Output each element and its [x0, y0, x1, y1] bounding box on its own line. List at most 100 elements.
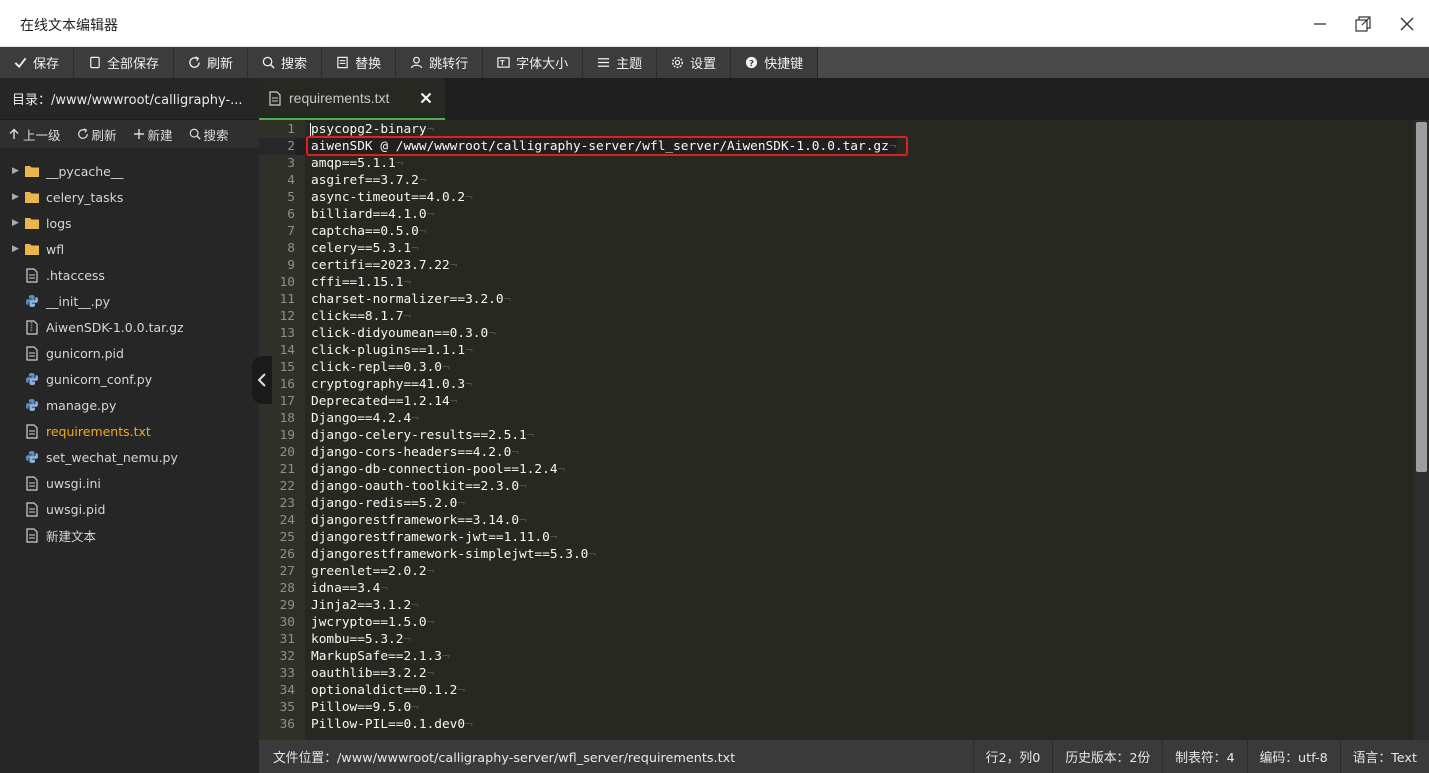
code-line[interactable]: 29 Jinja2==3.1.2¬: [259, 597, 897, 614]
status-language[interactable]: 语言：Text: [1339, 740, 1429, 773]
replace-button[interactable]: 替换: [322, 47, 397, 78]
goto-line-label: 跳转行: [429, 57, 469, 72]
tree-item-aiwensdk-archive[interactable]: AiwenSDK-1.0.0.tar.gz: [0, 314, 259, 340]
code-line[interactable]: 18 Django==4.2.4¬: [259, 410, 897, 427]
refresh-button[interactable]: 刷新: [174, 47, 249, 78]
code-line[interactable]: 7 captcha==0.5.0¬: [259, 223, 897, 240]
theme-button[interactable]: 主题: [583, 47, 658, 78]
code-line[interactable]: 26 djangorestframework-simplejwt==5.3.0¬: [259, 546, 897, 563]
code-line[interactable]: 36 Pillow-PIL==0.1.dev0¬: [259, 716, 897, 733]
status-history[interactable]: 历史版本：2份: [1052, 740, 1162, 773]
code-line[interactable]: 28 idna==3.4¬: [259, 580, 897, 597]
shortcuts-button[interactable]: ? 快捷键: [731, 47, 819, 78]
code-line[interactable]: 22 django-oauth-toolkit==2.3.0¬: [259, 478, 897, 495]
explorer-search-button[interactable]: 搜索: [181, 125, 237, 144]
code-line[interactable]: 6 billiard==4.1.0¬: [259, 206, 897, 223]
search-button[interactable]: 搜索: [248, 47, 323, 78]
eol-marker-icon: ¬: [888, 139, 897, 154]
code-line[interactable]: 3 amqp==5.1.1¬: [259, 155, 897, 172]
minimize-button[interactable]: [1306, 10, 1334, 38]
code-line[interactable]: 11 charset-normalizer==3.2.0¬: [259, 291, 897, 308]
eol-marker-icon: ¬: [457, 496, 466, 511]
code-line[interactable]: 27 greenlet==2.0.2¬: [259, 563, 897, 580]
goto-line-button[interactable]: 跳转行: [396, 47, 484, 78]
code-line[interactable]: 21 django-db-connection-pool==1.2.4¬: [259, 461, 897, 478]
parent-dir-button[interactable]: 上一级: [0, 125, 69, 144]
code-line[interactable]: 15 click-repl==0.3.0¬: [259, 359, 897, 376]
tree-item-gunicorn-conf[interactable]: gunicorn_conf.py: [0, 366, 259, 392]
eol-marker-icon: ¬: [503, 292, 512, 307]
code-line[interactable]: 34 optionaldict==0.1.2¬: [259, 682, 897, 699]
close-button[interactable]: [1393, 10, 1421, 38]
save-button[interactable]: 保存: [0, 47, 75, 78]
code-line-text: charset-normalizer==3.2.0¬: [311, 292, 512, 307]
status-cursor-position[interactable]: 行2，列0: [972, 740, 1053, 773]
font-size-button[interactable]: 字体大小: [483, 47, 584, 78]
code-line[interactable]: 10 cffi==1.15.1¬: [259, 274, 897, 291]
tree-item-gunicorn-pid[interactable]: gunicorn.pid: [0, 340, 259, 366]
code-line-text: Django==4.2.4¬: [311, 411, 419, 426]
code-line[interactable]: 25 djangorestframework-jwt==1.11.0¬: [259, 529, 897, 546]
line-number: 8: [287, 241, 295, 256]
status-tab-size[interactable]: 制表符：4: [1162, 740, 1246, 773]
tree-item-htaccess[interactable]: .htaccess: [0, 262, 259, 288]
code-line[interactable]: 13 click-didyoumean==0.3.0¬: [259, 325, 897, 342]
code-line[interactable]: 2 aiwenSDK @ /www/wwwroot/calligraphy-ser…: [259, 138, 897, 155]
tree-item-uwsgi-ini[interactable]: uwsgi.ini: [0, 470, 259, 496]
code-line[interactable]: 24 djangorestframework==3.14.0¬: [259, 512, 897, 529]
line-number: 32: [279, 649, 295, 664]
settings-button[interactable]: 设置: [657, 47, 732, 78]
tree-item-celery-tasks[interactable]: ▶ celery_tasks: [0, 184, 259, 210]
code-line[interactable]: 31 kombu==5.3.2¬: [259, 631, 897, 648]
code-line[interactable]: 9 certifi==2023.7.22¬: [259, 257, 897, 274]
code-line[interactable]: 4 asgiref==3.7.2¬: [259, 172, 897, 189]
code-line[interactable]: 12 click==8.1.7¬: [259, 308, 897, 325]
code-line[interactable]: 35 Pillow==9.5.0¬: [259, 699, 897, 716]
tree-item-pycache[interactable]: ▶ __pycache__: [0, 158, 259, 184]
refresh-label: 刷新: [207, 57, 234, 72]
code-line[interactable]: 30 jwcrypto==1.5.0¬: [259, 614, 897, 631]
new-file-button[interactable]: 新建: [125, 125, 181, 144]
theme-label: 主题: [616, 57, 643, 72]
eol-marker-icon: ¬: [519, 513, 527, 528]
tree-item-label: __init__.py: [46, 293, 111, 309]
tree-item-logs[interactable]: ▶ logs: [0, 210, 259, 236]
tree-item-wfl[interactable]: ▶ wfl: [0, 236, 259, 262]
save-all-button[interactable]: 全部保存: [74, 47, 175, 78]
code-line-text: djangorestframework-simplejwt==5.3.0¬: [311, 547, 597, 562]
code-line-text: optionaldict==0.1.2¬: [311, 683, 466, 698]
file-icon: [24, 501, 40, 517]
code-line[interactable]: 1 psycopg2-binary¬: [259, 121, 897, 138]
code-line[interactable]: 23 django-redis==5.2.0¬: [259, 495, 897, 512]
eol-marker-icon: ¬: [441, 360, 450, 375]
tree-item-new-text[interactable]: 新建文本: [0, 522, 259, 548]
code-line[interactable]: 8 celery==5.3.1¬: [259, 240, 897, 257]
status-encoding[interactable]: 编码：utf-8: [1246, 740, 1340, 773]
menu-icon: [598, 58, 610, 67]
code-line[interactable]: 14 click-plugins==1.1.1¬: [259, 342, 897, 359]
file-icon: [24, 423, 40, 439]
code-area[interactable]: 1 psycopg2-binary¬ 2 aiwenSDK @ /www/wwwroo…: [259, 120, 1414, 740]
tree-item-uwsgi-pid[interactable]: uwsgi.pid: [0, 496, 259, 522]
code-line[interactable]: 19 django-celery-results==2.5.1¬: [259, 427, 897, 444]
check-icon: [14, 57, 27, 69]
tab-close-icon[interactable]: [419, 91, 433, 105]
code-line[interactable]: 16 cryptography==41.0.3¬: [259, 376, 897, 393]
code-line[interactable]: 33 oauthlib==3.2.2¬: [259, 665, 897, 682]
scrollbar-thumb[interactable]: [1416, 122, 1427, 472]
svg-text:?: ?: [749, 58, 754, 68]
code-line[interactable]: 17 Deprecated==1.2.14¬: [259, 393, 897, 410]
sidebar-collapse-button[interactable]: [252, 356, 272, 404]
maximize-button[interactable]: [1349, 10, 1377, 38]
tree-item-set-wechat-nemu[interactable]: set_wechat_nemu.py: [0, 444, 259, 470]
tree-item-manage-py[interactable]: manage.py: [0, 392, 259, 418]
tree-item-requirements-txt[interactable]: requirements.txt: [0, 418, 259, 444]
code-line[interactable]: 5 async-timeout==4.0.2¬: [259, 189, 897, 206]
code-line[interactable]: 32 MarkupSafe==2.1.3¬: [259, 648, 897, 665]
vertical-scrollbar[interactable]: [1414, 120, 1429, 740]
explorer-refresh-button[interactable]: 刷新: [69, 125, 125, 144]
code-line[interactable]: 20 django-cors-headers==4.2.0¬: [259, 444, 897, 461]
eol-marker-icon: ¬: [426, 207, 435, 222]
tab-requirements-txt[interactable]: requirements.txt: [259, 78, 445, 120]
tree-item-init-py[interactable]: __init__.py: [0, 288, 259, 314]
